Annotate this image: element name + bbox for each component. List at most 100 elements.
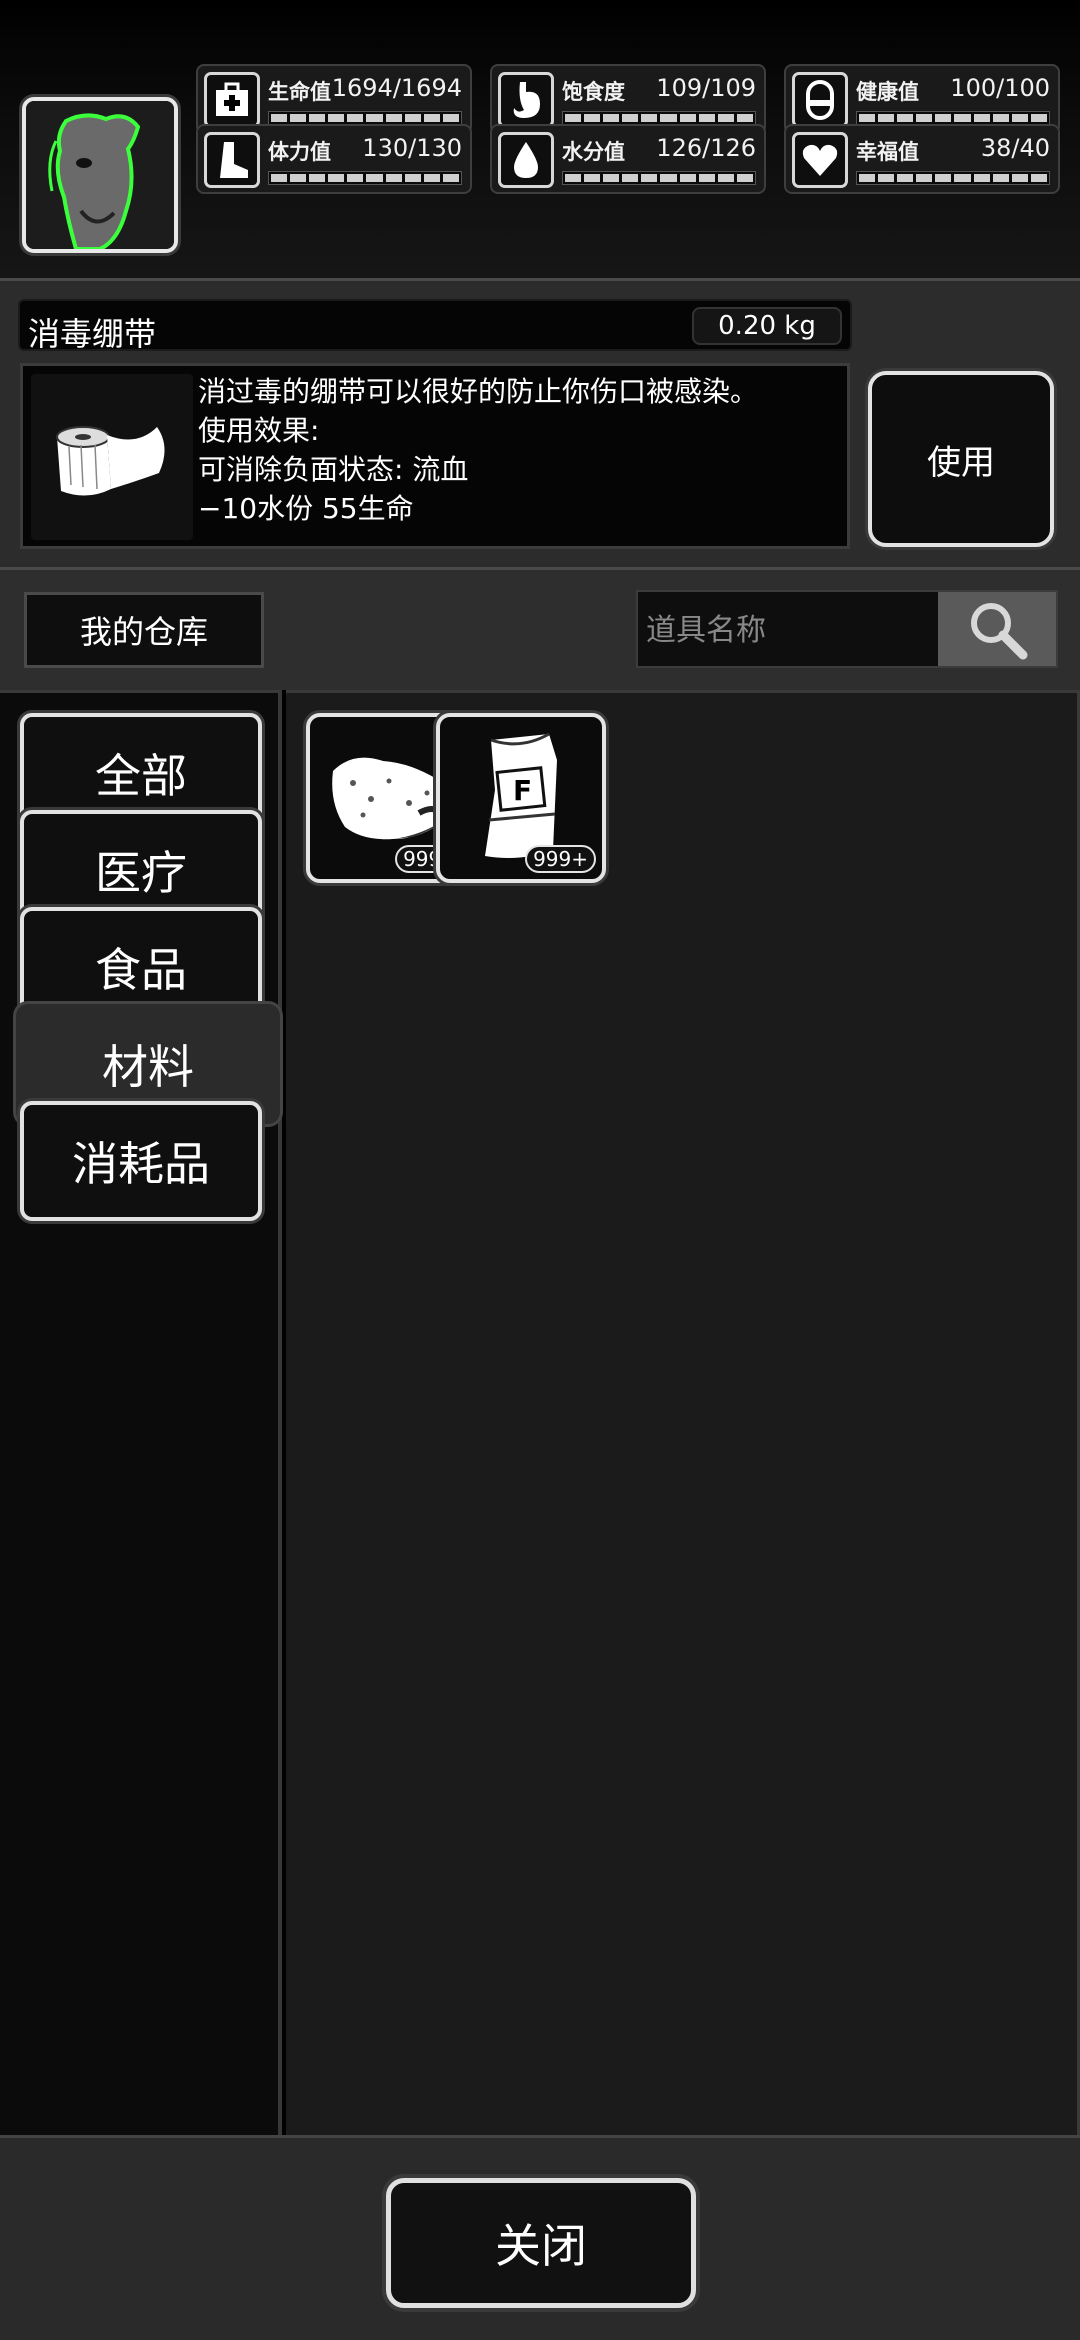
- stat-label: 体力值: [268, 140, 331, 164]
- stat-bar-segment: [935, 114, 952, 122]
- boot-icon: [204, 132, 260, 188]
- stat-label: 健康值: [856, 80, 919, 104]
- search-button[interactable]: [938, 592, 1056, 666]
- stomach-icon: [498, 72, 554, 128]
- search-icon: [971, 603, 1028, 660]
- horse-portrait-icon: [26, 101, 174, 249]
- stat-label: 水分值: [562, 140, 625, 164]
- stat-bar-segment: [366, 174, 383, 182]
- stat-bar-segment: [309, 114, 326, 122]
- avatar[interactable]: [22, 97, 178, 253]
- stat-bar-segment: [954, 174, 971, 182]
- warehouse-header: 我的仓库: [0, 570, 1080, 690]
- description-line: 可消除负面状态: 流血: [198, 453, 469, 486]
- stat-bar-segment: [859, 174, 876, 182]
- stat-value: 100/100: [950, 74, 1050, 102]
- item-grid: 999+ F 999+: [286, 690, 1080, 2135]
- stat-bar-segment: [347, 114, 364, 122]
- item-weight: 0.20 kg: [692, 307, 842, 345]
- stat-bar-segment: [385, 114, 402, 122]
- description-line: −10水份 55生命: [198, 492, 414, 525]
- stat-bar-segment: [679, 114, 696, 122]
- stat-bar-segment: [603, 174, 620, 182]
- stat-bar: [562, 171, 756, 185]
- search-box: [636, 590, 1058, 668]
- stat-bar-segment: [1030, 174, 1047, 182]
- stat-bar-segment: [897, 114, 914, 122]
- stat-bar-segment: [973, 174, 990, 182]
- stat-bar-segment: [565, 114, 582, 122]
- stat-value: 38/40: [980, 134, 1050, 162]
- stat-bar: [856, 171, 1050, 185]
- stat-bar-segment: [404, 174, 421, 182]
- item-description-box: 消过毒的绷带可以很好的防止你伤口被感染。 使用效果: 可消除负面状态: 流血 −…: [20, 363, 850, 549]
- stat-hydration: 水分值 126/126: [490, 124, 766, 194]
- stat-bar-segment: [736, 114, 753, 122]
- stat-bar-segment: [717, 114, 734, 122]
- stat-label: 生命值: [268, 80, 331, 104]
- stat-bar-segment: [897, 174, 914, 182]
- stat-bar-segment: [660, 114, 677, 122]
- svg-text:F: F: [513, 774, 532, 807]
- stat-bar-segment: [328, 114, 345, 122]
- stat-bar-segment: [878, 174, 895, 182]
- stat-bar-segment: [660, 174, 677, 182]
- stat-bar-segment: [717, 174, 734, 182]
- stat-bar-segment: [698, 174, 715, 182]
- description-line: 消过毒的绷带可以很好的防止你伤口被感染。: [198, 375, 759, 408]
- stat-bar-segment: [859, 114, 876, 122]
- stat-bar-segment: [603, 114, 620, 122]
- category-sidebar: 全部 医疗 食品 材料 消耗品: [0, 690, 282, 2135]
- stat-bar-segment: [1011, 114, 1028, 122]
- stat-bar-segment: [271, 174, 288, 182]
- stat-value: 1694/1694: [331, 74, 462, 102]
- stat-bar-segment: [442, 174, 459, 182]
- medkit-icon: [204, 72, 260, 128]
- stat-bar: [268, 111, 462, 125]
- use-button[interactable]: 使用: [868, 371, 1054, 547]
- stat-bar-segment: [442, 114, 459, 122]
- stat-label: 幸福值: [856, 140, 919, 164]
- warehouse-title: 我的仓库: [24, 592, 264, 668]
- status-header: 生命值 1694/1694 饱食度 109/109 健康值 100/100 体力…: [0, 0, 1080, 278]
- item-quantity: 999+: [525, 845, 596, 873]
- stat-bar-segment: [992, 114, 1009, 122]
- water-drop-icon: [498, 132, 554, 188]
- stat-stamina: 体力值 130/130: [196, 124, 472, 194]
- stat-bar-segment: [622, 114, 639, 122]
- stat-bar-segment: [309, 174, 326, 182]
- stat-bar-segment: [736, 174, 753, 182]
- stat-bar-segment: [878, 114, 895, 122]
- stat-bar-segment: [916, 174, 933, 182]
- stat-bar-segment: [973, 114, 990, 122]
- stat-value: 130/130: [362, 134, 462, 162]
- stat-label: 饱食度: [562, 80, 625, 104]
- item-description: 消过毒的绷带可以很好的防止你伤口被感染。 使用效果: 可消除负面状态: 流血 −…: [198, 372, 758, 528]
- stat-bar-segment: [385, 174, 402, 182]
- stat-bar-segment: [347, 174, 364, 182]
- stat-bar-segment: [1011, 174, 1028, 182]
- stat-bar-segment: [366, 114, 383, 122]
- stat-bar-segment: [954, 114, 971, 122]
- stat-bar-segment: [423, 174, 440, 182]
- stat-bar-segment: [290, 114, 307, 122]
- item-name-bar: 消毒绷带 0.20 kg: [18, 299, 852, 353]
- stat-bar: [562, 111, 756, 125]
- stat-value: 126/126: [656, 134, 756, 162]
- stat-bar-segment: [992, 174, 1009, 182]
- stat-bar: [856, 111, 1050, 125]
- stat-bar-segment: [584, 174, 601, 182]
- pill-icon: [792, 72, 848, 128]
- stat-bar-segment: [935, 174, 952, 182]
- item-slot[interactable]: F 999+: [436, 713, 606, 883]
- stat-bar-segment: [1030, 114, 1047, 122]
- item-detail-panel: 消毒绷带 0.20 kg 消过毒的绷带可以很好的防止你伤口被感染。 使用效果: …: [0, 278, 1080, 570]
- close-button[interactable]: 关闭: [386, 2178, 696, 2308]
- stat-bar-segment: [641, 174, 658, 182]
- search-input[interactable]: [646, 602, 936, 658]
- stat-bar-segment: [404, 114, 421, 122]
- category-consumables[interactable]: 消耗品: [20, 1101, 262, 1221]
- description-line: 使用效果:: [198, 414, 320, 447]
- stat-bar-segment: [679, 174, 696, 182]
- stat-bar-segment: [584, 114, 601, 122]
